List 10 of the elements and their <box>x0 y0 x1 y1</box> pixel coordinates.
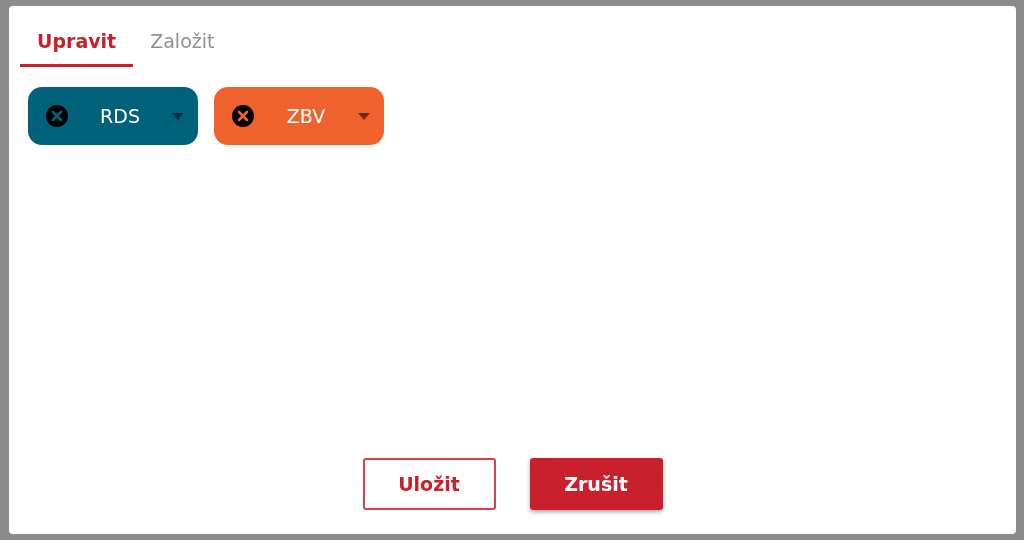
tag-chip[interactable]: ZBV <box>214 87 384 145</box>
tag-chip[interactable]: RDS <box>28 87 198 145</box>
save-button[interactable]: Uložit <box>362 458 496 510</box>
remove-icon[interactable] <box>232 105 254 127</box>
cancel-button[interactable]: Zrušit <box>529 458 663 510</box>
remove-icon[interactable] <box>46 105 68 127</box>
caret-icon[interactable] <box>172 112 184 120</box>
tab[interactable]: Založit <box>133 20 232 67</box>
caret-icon[interactable] <box>358 112 370 120</box>
tab[interactable]: Upravit <box>20 20 134 67</box>
